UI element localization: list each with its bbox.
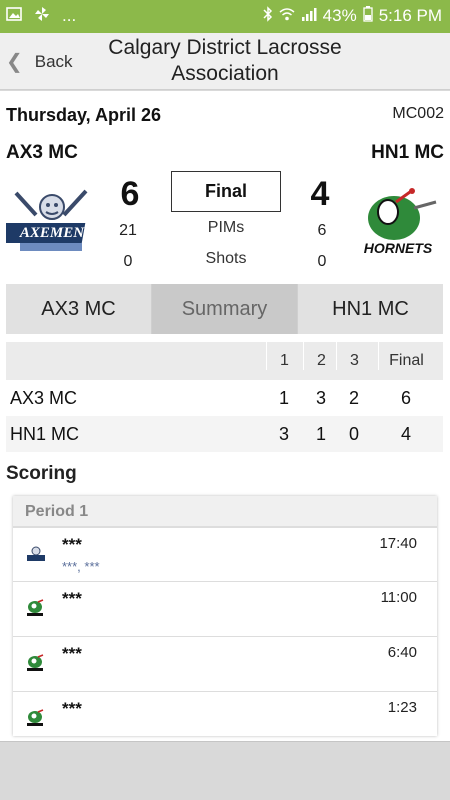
away-score: 4: [310, 175, 330, 213]
home-score: 6: [120, 175, 140, 213]
goal-time: 1:23: [387, 699, 417, 716]
period-header: Period 1: [13, 496, 437, 528]
pims-label: PIMs: [207, 219, 245, 236]
col-header-period-3: 3: [336, 342, 372, 370]
scoring-list: Period 1 *** ***, *** 17:40 *** 11:00 **…: [13, 496, 437, 736]
battery-percent: 43%: [322, 6, 357, 25]
signal-icon: [301, 7, 317, 25]
away-team-name: HN1 MC: [371, 142, 444, 163]
goal-assists: ***, ***: [62, 559, 100, 574]
list-item[interactable]: *** 1:23: [13, 692, 437, 741]
team-tabs: AX3 MC Summary HN1 MC: [6, 284, 443, 334]
clock: 5:16 PM: [378, 6, 442, 25]
tab-home-team[interactable]: AX3 MC: [6, 284, 152, 334]
row-team: HN1 MC: [10, 424, 80, 444]
goal-scorer: ***: [62, 589, 82, 608]
bottom-bar: [0, 741, 450, 800]
date-row: Thursday, April 26 MC002: [6, 105, 444, 127]
list-item[interactable]: *** 11:00: [13, 582, 437, 637]
home-pims: 21: [119, 222, 137, 239]
back-label: Back: [34, 51, 73, 71]
away-team-logo: HORNETS: [352, 188, 444, 264]
shots-label: Shots: [205, 250, 247, 267]
row-p1: 3: [278, 424, 289, 444]
away-shots: 0: [317, 253, 327, 270]
list-item[interactable]: *** ***, *** 17:40: [13, 528, 437, 582]
tab-summary[interactable]: Summary: [152, 284, 298, 334]
home-shots: 0: [123, 253, 133, 270]
hornets-logo-icon: [25, 599, 47, 617]
home-team-logo: AXEMEN: [1, 185, 98, 261]
goal-scorer: ***: [62, 699, 82, 718]
status-bar: ... 43% 5:16 PM: [0, 0, 450, 33]
back-button[interactable]: ❮ Back: [6, 49, 73, 74]
game-code: MC002: [392, 105, 444, 122]
away-pims: 6: [317, 222, 327, 239]
table-row: HN1 MC 3 1 0 4: [6, 416, 443, 452]
table-row: AX3 MC 1 3 2 6: [6, 380, 443, 416]
away-logo-text: HORNETS: [363, 240, 433, 256]
game-detail: Thursday, April 26 MC002 AX3 MC HN1 MC A…: [0, 91, 450, 741]
row-final: 4: [400, 424, 411, 444]
hornets-logo-icon: [25, 709, 47, 727]
goal-scorer: ***: [62, 644, 82, 663]
bluetooth-icon: [263, 6, 273, 26]
app-header: ❮ Back Calgary District Lacrosse Associa…: [0, 33, 450, 90]
scoring-heading: Scoring: [6, 463, 77, 484]
page-title: Calgary District Lacrosse Association: [108, 36, 342, 85]
row-p2: 3: [315, 388, 326, 408]
row-p3: 2: [348, 388, 359, 408]
col-header-period-2: 2: [303, 342, 339, 370]
battery-icon: [363, 6, 373, 26]
home-logo-text: AXEMEN: [19, 225, 85, 241]
col-header-period-1: 1: [266, 342, 302, 370]
chevron-left-icon: ❮: [6, 51, 23, 73]
row-p3: 0: [348, 424, 359, 444]
table-header-row: 1 2 3 Final: [6, 342, 443, 380]
goal-time: 11:00: [380, 589, 417, 606]
game-status-badge: Final: [171, 171, 281, 212]
col-header-final: Final: [378, 342, 434, 370]
hornets-logo-icon: [25, 654, 47, 672]
row-p2: 1: [315, 424, 326, 444]
pinwheel-icon: [34, 6, 50, 26]
axemen-logo-icon: [25, 545, 47, 563]
list-item[interactable]: *** 6:40: [13, 637, 437, 692]
team-names: AX3 MC HN1 MC: [6, 142, 444, 166]
row-team: AX3 MC: [10, 388, 78, 408]
tab-away-team[interactable]: HN1 MC: [298, 284, 443, 334]
home-team-name: AX3 MC: [6, 142, 78, 163]
gallery-icon: [6, 7, 22, 25]
wifi-icon: [279, 7, 295, 25]
period-score-table: 1 2 3 Final AX3 MC 1 3 2 6 HN1 MC 3 1 0 …: [6, 342, 443, 452]
notification-overflow: ...: [62, 6, 77, 25]
row-final: 6: [400, 388, 411, 408]
goal-time: 6:40: [387, 644, 417, 661]
goal-scorer: ***: [62, 535, 82, 554]
game-date: Thursday, April 26: [6, 105, 162, 125]
goal-time: 17:40: [379, 535, 417, 552]
row-p1: 1: [278, 388, 289, 408]
